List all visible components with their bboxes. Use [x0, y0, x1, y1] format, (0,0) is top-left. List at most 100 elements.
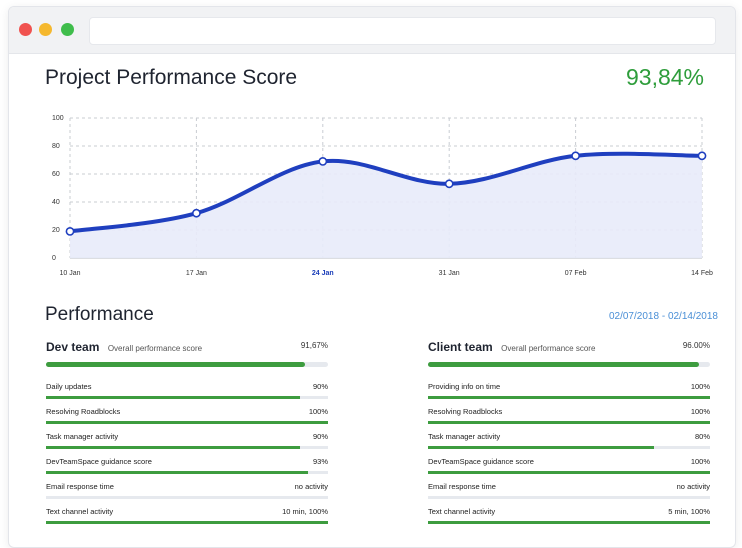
- metric-bar-fill: [428, 396, 710, 399]
- metric-value: 100%: [690, 457, 710, 466]
- metric-bar: [428, 471, 710, 474]
- metric-row: DevTeamSpace guidance score 93%: [46, 456, 328, 481]
- metric-value: 100%: [690, 382, 710, 391]
- metric-label: Text channel activity: [428, 507, 496, 516]
- date-range-picker[interactable]: 02/07/2018 - 02/14/2018: [609, 311, 718, 322]
- metric-label: Email response time: [428, 482, 496, 491]
- metric-bar: [428, 421, 710, 424]
- metric-label: DevTeamSpace guidance score: [46, 457, 152, 466]
- metric-bar-fill: [46, 421, 328, 424]
- y-tick-label: 20: [52, 227, 60, 234]
- team-overall-bar: [46, 362, 328, 367]
- address-bar[interactable]: [89, 17, 716, 45]
- team-overall-percent: 91,67%: [300, 341, 328, 350]
- metric-list: Daily updates 90% Resolving Roadblocks 100%…: [46, 381, 328, 531]
- close-window-button[interactable]: [19, 23, 32, 36]
- metric-bar: [46, 471, 328, 474]
- metric-label: Task manager activity: [46, 432, 119, 441]
- metric-label: Providing info on time: [428, 382, 501, 391]
- minimize-window-button[interactable]: [39, 23, 52, 36]
- team-overall-bar-fill: [46, 362, 305, 367]
- team-name: Dev team: [46, 340, 100, 354]
- page-title: Project Performance Score: [45, 66, 298, 89]
- team-overall-percent: 96.00%: [682, 341, 710, 350]
- metric-label: DevTeamSpace guidance score: [428, 457, 534, 466]
- metric-list: Providing info on time 100% Resolving Road…: [428, 381, 710, 531]
- team-name: Client team: [428, 340, 493, 354]
- metric-bar: [46, 521, 328, 524]
- metric-row: Task manager activity 80%: [428, 431, 710, 456]
- metric-bar: [428, 446, 710, 449]
- metric-bar: [428, 396, 710, 399]
- metric-bar-fill: [46, 521, 328, 524]
- metric-bar-fill: [428, 446, 654, 449]
- metric-row: DevTeamSpace guidance score 100%: [428, 456, 710, 481]
- metric-bar: [46, 421, 328, 424]
- metric-label: Resolving Roadblocks: [428, 407, 503, 416]
- data-point: [444, 179, 454, 189]
- metric-label: Daily updates: [46, 382, 92, 391]
- team-overall-bar-fill: [428, 362, 699, 367]
- x-tick-label: 07 Feb: [565, 270, 587, 277]
- metric-bar-fill: [428, 521, 710, 524]
- metric-row: Text channel activity 5 min, 100%: [428, 506, 710, 531]
- metric-value: 10 min, 100%: [282, 507, 328, 516]
- overall-score: 93,84%: [625, 64, 704, 90]
- data-point: [191, 208, 201, 218]
- metric-label: Task manager activity: [428, 432, 501, 441]
- data-point: [318, 157, 328, 166]
- metric-bar-fill: [46, 396, 300, 399]
- metric-value: 5 min, 100%: [668, 507, 710, 516]
- maximize-window-button[interactable]: [61, 23, 74, 36]
- metric-bar: [428, 521, 710, 524]
- y-tick-label: 60: [52, 171, 60, 178]
- x-tick-label: 14 Feb: [691, 270, 713, 277]
- metric-row: Email response time no activity: [46, 481, 328, 506]
- metric-row: Email response time no activity: [428, 481, 710, 506]
- y-tick-label: 40: [52, 199, 60, 206]
- x-tick-label: 31 Jan: [439, 270, 460, 277]
- x-tick-label: 10 Jan: [59, 270, 80, 277]
- metric-value: no activity: [676, 482, 710, 491]
- metric-value: 93%: [312, 457, 328, 466]
- performance-line-chart: 0 20 40 60 80 100 10 Jan 17 Jan 24 Jan 31 Jan 07 F…: [52, 115, 713, 277]
- metric-label: Resolving Roadblocks: [46, 407, 121, 416]
- metric-bar: [428, 496, 710, 499]
- metric-label: Email response time: [46, 482, 114, 491]
- metric-row: Providing info on time 100%: [428, 381, 710, 406]
- y-tick-label: 80: [52, 143, 60, 150]
- date-from: 02/07/2018: [608, 311, 660, 322]
- y-tick-label: 0: [52, 255, 56, 262]
- metric-value: 100%: [690, 407, 710, 416]
- metric-value: 100%: [308, 407, 328, 416]
- team-subtitle: Overall performance score: [501, 344, 596, 353]
- data-point: [65, 227, 75, 236]
- date-separator: -: [661, 311, 666, 322]
- x-tick-label: 24 Jan: [312, 270, 334, 277]
- metric-row: Text channel activity 10 min, 100%: [46, 506, 328, 531]
- metric-row: Task manager activity 90%: [46, 431, 328, 456]
- metric-value: 80%: [694, 432, 710, 441]
- metric-row: Resolving Roadblocks 100%: [46, 406, 328, 431]
- metric-row: Resolving Roadblocks 100%: [428, 406, 710, 431]
- performance-section-title: Performance: [45, 304, 154, 325]
- metric-bar-fill: [428, 471, 710, 474]
- data-point: [697, 151, 707, 161]
- data-point: [571, 151, 580, 161]
- metric-row: Daily updates 90%: [46, 381, 328, 406]
- metric-bar-fill: [46, 471, 309, 474]
- team-overall-bar: [428, 362, 710, 367]
- metric-bar-fill: [46, 446, 300, 449]
- team-panel-dev: Dev team Overall performance score 91,67…: [46, 338, 328, 531]
- browser-titlebar: [9, 7, 735, 54]
- metric-bar-fill: [428, 421, 710, 424]
- metric-bar: [46, 446, 328, 449]
- metric-value: no activity: [294, 482, 328, 491]
- metric-bar: [46, 396, 328, 399]
- metric-label: Text channel activity: [46, 507, 114, 516]
- metric-bar: [46, 496, 328, 499]
- y-tick-label: 100: [52, 115, 64, 122]
- team-subtitle: Overall performance score: [107, 344, 203, 353]
- metric-value: 90%: [312, 432, 328, 441]
- team-panel-client: Client team Overall performance score 96…: [428, 338, 710, 531]
